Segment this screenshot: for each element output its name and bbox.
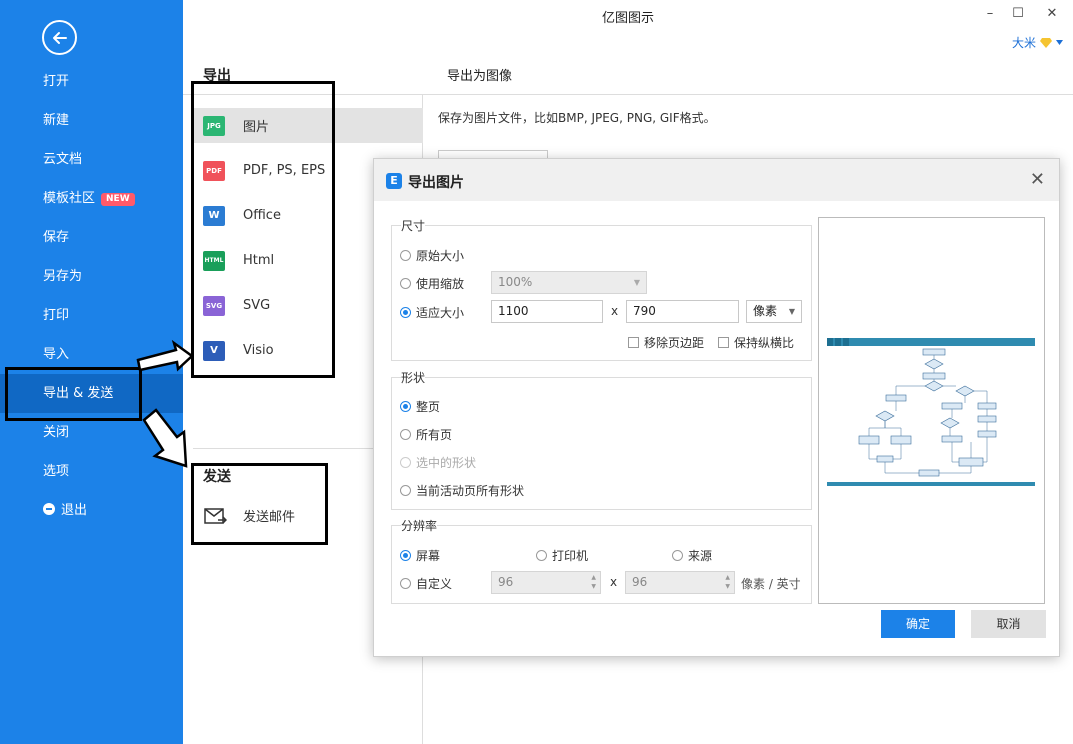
spinner-icon: ▲ ▼	[591, 574, 596, 590]
checkbox-box	[718, 337, 729, 348]
radio-dot	[672, 550, 683, 561]
screen-radio[interactable]: 屏幕	[400, 547, 440, 564]
keep-ratio-checkbox[interactable]: 保持纵横比	[718, 334, 794, 351]
active-page-shapes-radio[interactable]: 当前活动页所有形状	[400, 482, 524, 499]
radio-label: 原始大小	[416, 249, 465, 263]
checkbox-box	[628, 337, 639, 348]
radio-dot	[400, 550, 411, 561]
arrow-to-send-icon	[142, 408, 188, 468]
radio-label: 选中的形状	[416, 456, 477, 470]
remove-margin-checkbox[interactable]: 移除页边距	[628, 334, 704, 351]
radio-dot	[400, 307, 411, 318]
width-input[interactable]: 1100	[491, 300, 603, 323]
radio-dot	[400, 457, 411, 468]
panel-description: 保存为图片文件，比如BMP, JPEG, PNG, GIF格式。	[438, 111, 716, 125]
close-icon[interactable]: ✕	[1030, 169, 1045, 190]
radio-dot	[536, 550, 547, 561]
arrow-to-export-icon	[136, 339, 194, 372]
zoom-value: 100%	[498, 275, 533, 289]
dpi-x-input[interactable]: 96 ▲ ▼	[491, 571, 601, 594]
resolution-group-title: 分辨率	[401, 517, 438, 534]
radio-label: 所有页	[416, 428, 453, 442]
radio-label: 来源	[688, 549, 713, 563]
flowchart-thumbnail	[827, 338, 1035, 486]
radio-dot	[400, 250, 411, 261]
radio-dot	[400, 429, 411, 440]
dialog-title: 导出图片	[408, 175, 464, 191]
radio-dot	[400, 401, 411, 412]
all-pages-radio[interactable]: 所有页	[400, 426, 452, 443]
custom-radio[interactable]: 自定义	[400, 575, 452, 592]
unit-select[interactable]: 像素 ▼	[746, 300, 802, 323]
selected-shapes-radio[interactable]: 选中的形状	[400, 454, 476, 471]
dropdown-icon: ▼	[633, 278, 640, 287]
preview-pane	[818, 217, 1045, 604]
radio-label: 适应大小	[416, 306, 465, 320]
radio-dot	[400, 278, 411, 289]
radio-label: 整页	[416, 400, 441, 414]
dpi-y-input[interactable]: 96 ▲ ▼	[625, 571, 735, 594]
fit-size-radio[interactable]: 适应大小	[400, 304, 464, 321]
original-size-radio[interactable]: 原始大小	[400, 247, 464, 264]
app-logo-icon: E	[386, 173, 402, 189]
source-radio[interactable]: 来源	[672, 547, 712, 564]
radio-label: 打印机	[552, 549, 589, 563]
height-input[interactable]: 790	[626, 300, 739, 323]
zoom-select[interactable]: 100% ▼	[491, 271, 647, 294]
cancel-button[interactable]: 取消	[971, 610, 1046, 638]
use-zoom-radio[interactable]: 使用缩放	[400, 275, 464, 292]
radio-label: 当前活动页所有形状	[416, 484, 525, 498]
ok-button[interactable]: 确定	[881, 610, 955, 638]
dpi-x-value: 96	[498, 575, 514, 589]
radio-label: 自定义	[416, 577, 453, 591]
dropdown-icon: ▼	[788, 307, 795, 316]
dialog-header: E 导出图片 ✕	[374, 159, 1059, 201]
radio-label: 使用缩放	[416, 277, 465, 291]
export-image-dialog: E 导出图片 ✕ 尺寸 原始大小 使用缩放 100% ▼ 适应大小 1100 x …	[373, 158, 1060, 657]
size-separator: x	[611, 304, 619, 318]
dpi-y-value: 96	[632, 575, 648, 589]
radio-dot	[400, 578, 411, 589]
dpi-unit-label: 像素 / 英寸	[741, 577, 801, 591]
resolution-group	[391, 525, 812, 604]
size-group-title: 尺寸	[401, 217, 426, 234]
checkbox-label: 保持纵横比	[734, 336, 795, 350]
unit-value: 像素	[753, 304, 778, 318]
panel-title: 导出为图像	[447, 69, 513, 84]
spinner-icon: ▲ ▼	[725, 574, 730, 590]
whole-page-radio[interactable]: 整页	[400, 398, 440, 415]
shape-group-title: 形状	[401, 369, 426, 386]
checkbox-label: 移除页边距	[644, 336, 705, 350]
radio-dot	[400, 485, 411, 496]
printer-radio[interactable]: 打印机	[536, 547, 588, 564]
radio-label: 屏幕	[416, 549, 441, 563]
dpi-separator: x	[610, 575, 618, 589]
